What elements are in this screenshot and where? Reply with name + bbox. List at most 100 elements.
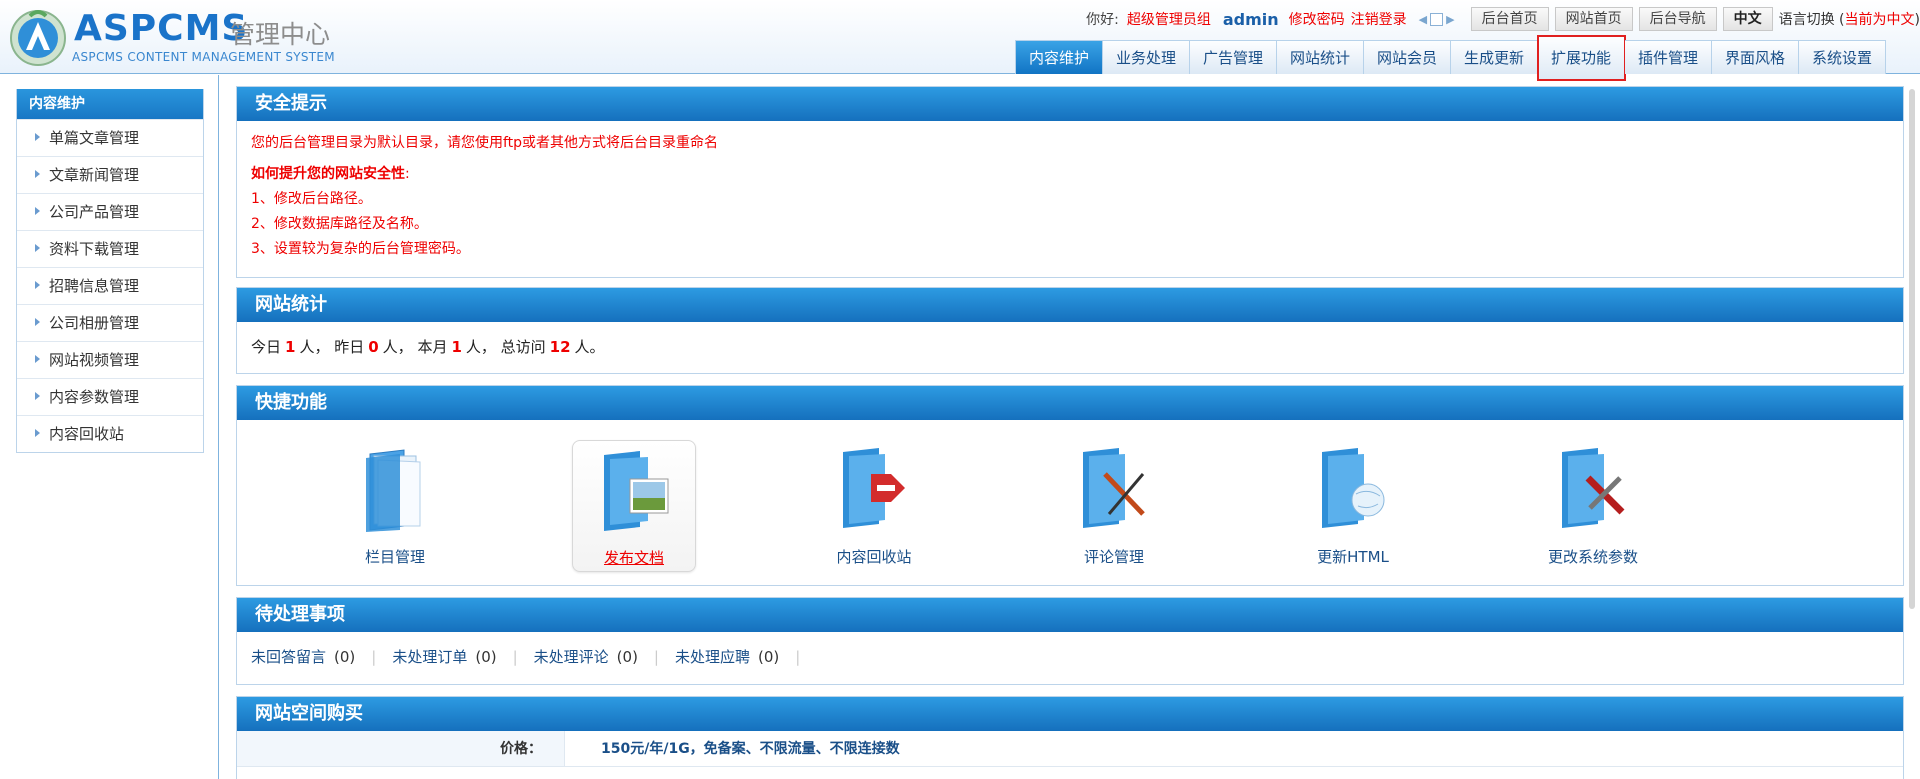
hosting-price-row: 价格： 150元/年/1G，免备案、不限流量、不限连接数	[237, 731, 1903, 767]
yesterday-count: 0	[368, 338, 379, 356]
tab-statistics[interactable]: 网站统计	[1277, 40, 1364, 74]
sidebar-item-label: 公司相册管理	[49, 314, 140, 332]
sidebar-item-label: 文章新闻管理	[49, 166, 140, 184]
todo-list: 未回答留言 (0) | 未处理订单 (0) | 未处理评论 (0) | 未处理应聘 (0…	[237, 632, 1903, 683]
security-how-title: 如何提升您的网站安全性	[251, 166, 405, 182]
todo-separator: |	[371, 648, 377, 666]
folder-pen-icon	[1083, 448, 1145, 528]
language-label: 语言切换 (	[1778, 12, 1845, 28]
quick-item-comments[interactable]: 评论管理	[1052, 440, 1176, 572]
language-close: )	[1914, 12, 1920, 28]
month-label: 人， 本月	[382, 338, 448, 356]
site-home-button[interactable]: 网站首页	[1554, 7, 1633, 31]
logout-link[interactable]: 注销登录	[1351, 9, 1407, 29]
tab-generate[interactable]: 生成更新	[1451, 40, 1538, 74]
folder-recycle-icon	[843, 448, 905, 528]
security-tip: 1、修改后台路径。	[251, 191, 372, 207]
sidebar-item[interactable]: 单篇文章管理	[17, 119, 203, 156]
tab-business[interactable]: 业务处理	[1103, 40, 1190, 74]
tab-extensions[interactable]: 扩展功能	[1537, 35, 1626, 81]
security-how-colon: :	[405, 166, 410, 182]
greeting: 你好:	[1086, 12, 1119, 28]
quick-grid: 栏目管理 发布文档 内容回收站 评论管理 更新HTML 更改系统参数	[237, 420, 1903, 586]
arrow-right-icon	[35, 428, 40, 437]
arrow-right-icon	[35, 132, 40, 141]
scrollbar[interactable]	[1904, 75, 1920, 779]
arrow-right-icon	[35, 280, 40, 289]
tab-ads[interactable]: 广告管理	[1190, 40, 1277, 74]
today-count: 1	[285, 338, 296, 356]
sidebar: 内容维护 单篇文章管理 文章新闻管理 公司产品管理 资料下载管理 招聘信息管理 …	[0, 75, 219, 779]
scrollbar-thumb[interactable]	[1909, 89, 1915, 609]
current-language[interactable]: 当前为中文	[1845, 12, 1915, 28]
arrow-right-icon	[35, 206, 40, 215]
sidebar-item[interactable]: 网站视频管理	[17, 341, 203, 378]
quick-item-update-html[interactable]: 更新HTML	[1291, 440, 1415, 572]
security-title: 安全提示	[237, 87, 1903, 121]
logo-english: ASPCMS CONTENT MANAGEMENT SYSTEM	[72, 50, 335, 64]
sidebar-item[interactable]: 文章新闻管理	[17, 156, 203, 193]
todo-label: 未回答留言	[251, 648, 327, 666]
change-password-link[interactable]: 修改密码	[1289, 9, 1345, 29]
quick-item-columns[interactable]: 栏目管理	[333, 440, 457, 572]
sidebar-item[interactable]: 招聘信息管理	[17, 267, 203, 304]
arrow-right-icon	[35, 391, 40, 400]
top-bar: 你好: 超级管理员组 admin 修改密码 注销登录 ◀ ▶ 后台首页 网站首页…	[1086, 6, 1920, 32]
quick-title: 快捷功能	[237, 386, 1903, 420]
tab-settings[interactable]: 系统设置	[1799, 40, 1886, 74]
arrow-right-icon	[35, 169, 40, 178]
todo-separator: |	[795, 648, 801, 666]
user-group: 超级管理员组	[1126, 12, 1211, 28]
todo-count: (0)	[334, 648, 356, 666]
chinese-button[interactable]: 中文	[1722, 7, 1773, 31]
sidebar-item-label: 单篇文章管理	[49, 129, 140, 147]
admin-home-button[interactable]: 后台首页	[1470, 7, 1549, 31]
sidebar-item-label: 公司产品管理	[49, 203, 140, 221]
page-box-icon[interactable]	[1430, 12, 1444, 26]
security-panel: 安全提示 您的后台管理目录为默认目录，请您使用ftp或者其他方式将后台目录重命名…	[236, 86, 1904, 278]
quick-item-label: 发布文档	[603, 549, 664, 567]
todo-title: 待处理事项	[237, 598, 1903, 632]
todo-panel: 待处理事项 未回答留言 (0) | 未处理订单 (0) | 未处理评论 (0) | 未…	[236, 597, 1904, 685]
tab-plugins[interactable]: 插件管理	[1625, 40, 1712, 74]
todo-unanswered-messages[interactable]: 未回答留言 (0)	[251, 632, 355, 683]
arrow-right-icon	[35, 243, 40, 252]
month-count: 1	[451, 338, 462, 356]
tab-themes[interactable]: 界面风格	[1712, 40, 1799, 74]
quick-item-label: 栏目管理	[364, 548, 425, 566]
quick-item-label: 更新HTML	[1317, 548, 1389, 566]
sidebar-item-label: 内容参数管理	[49, 388, 140, 406]
chevron-right-icon[interactable]: ▶	[1446, 13, 1454, 26]
language-switch: 语言切换 (当前为中文)	[1779, 9, 1920, 29]
hosting-title: 网站空间购买	[237, 697, 1903, 731]
todo-label: 未处理订单	[392, 648, 468, 666]
hosting-panel: 网站空间购买 价格： 150元/年/1G，免备案、不限流量、不限连接数	[236, 696, 1904, 779]
sidebar-item-label: 招聘信息管理	[49, 277, 140, 295]
sidebar-item[interactable]: 公司相册管理	[17, 304, 203, 341]
quick-item-publish[interactable]: 发布文档	[572, 440, 696, 572]
tab-members[interactable]: 网站会员	[1364, 40, 1451, 74]
sidebar-item-label: 网站视频管理	[49, 351, 140, 369]
tab-pager: ◀ ▶	[1419, 12, 1455, 26]
chevron-left-icon[interactable]: ◀	[1419, 13, 1427, 26]
admin-nav-button[interactable]: 后台导航	[1638, 7, 1717, 31]
username: admin	[1222, 9, 1279, 29]
quick-item-system-params[interactable]: 更改系统参数	[1531, 440, 1655, 572]
quick-item-recycle[interactable]: 内容回收站	[812, 440, 936, 572]
stats-line: 今日 1 人， 昨日 0 人， 本月 1 人， 总访问 12 人。	[237, 322, 1903, 373]
todo-unprocessed-orders[interactable]: 未处理订单 (0)	[392, 632, 496, 683]
todo-unprocessed-comments[interactable]: 未处理评论 (0)	[534, 632, 638, 683]
todo-separator: |	[512, 648, 518, 666]
sidebar-item[interactable]: 资料下载管理	[17, 230, 203, 267]
todo-count: (0)	[758, 648, 780, 666]
sidebar-item[interactable]: 内容回收站	[17, 415, 203, 452]
todo-unprocessed-applications[interactable]: 未处理应聘 (0)	[675, 632, 779, 683]
folder-book-icon	[366, 449, 421, 532]
main-nav: 内容维护 业务处理 广告管理 网站统计 网站会员 生成更新 扩展功能 插件管理 …	[1015, 35, 1886, 81]
sidebar-item[interactable]: 内容参数管理	[17, 378, 203, 415]
tab-content-maintenance[interactable]: 内容维护	[1016, 40, 1103, 74]
folder-tools-icon	[1562, 448, 1625, 528]
sidebar-item[interactable]: 公司产品管理	[17, 193, 203, 230]
todo-separator: |	[653, 648, 659, 666]
header: ASPCMS 管理中心 ASPCMS CONTENT MANAGEMENT SY…	[0, 0, 1920, 81]
